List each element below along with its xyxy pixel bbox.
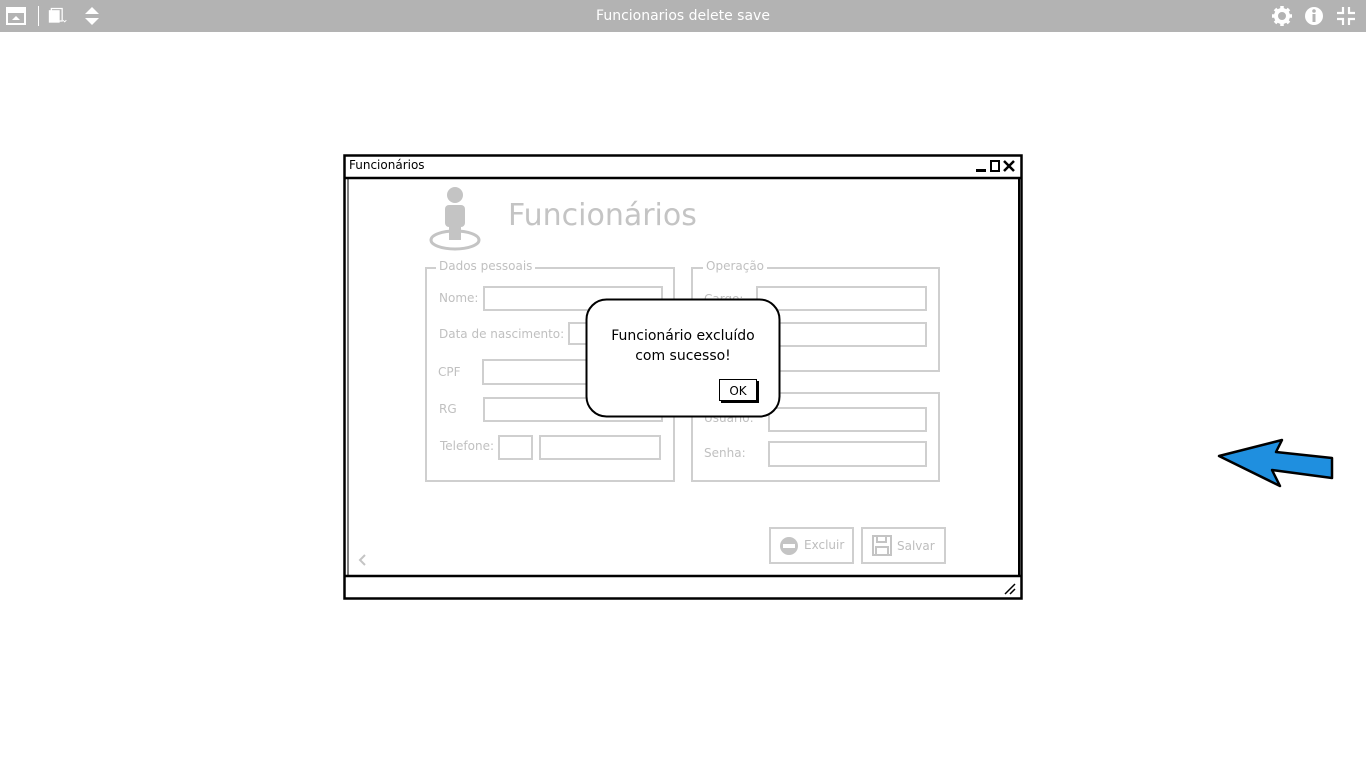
exit-fullscreen-icon[interactable] xyxy=(1336,6,1356,26)
rg-label: RG xyxy=(439,402,457,416)
success-dialog: Funcionário excluído com sucesso! OK xyxy=(585,298,781,418)
gear-icon[interactable] xyxy=(1272,6,1292,26)
info-icon[interactable] xyxy=(1304,6,1324,26)
nome-label: Nome: xyxy=(439,291,479,305)
ok-button[interactable]: OK xyxy=(719,379,757,401)
dialog-message: Funcionário excluído com sucesso! xyxy=(585,326,781,366)
cpf-label: CPF xyxy=(438,365,461,379)
telefone-label: Telefone: xyxy=(440,439,494,453)
salvar-button[interactable]: Salvar xyxy=(897,539,935,553)
operation-legend: Operação xyxy=(703,259,768,273)
back-arrow-icon[interactable] xyxy=(358,554,366,566)
nascimento-label: Data de nascimento: xyxy=(439,327,565,341)
app-title: Funcionarios delete save xyxy=(596,8,770,24)
arrow-annotation-icon xyxy=(1217,438,1334,488)
personal-data-legend: Dados pessoais xyxy=(436,259,536,273)
dialog-message-line2: com sucesso! xyxy=(635,348,731,364)
dialog-message-line1: Funcionário excluído xyxy=(611,328,755,344)
senha-label: Senha: xyxy=(704,446,746,460)
top-bar: Funcionarios delete save xyxy=(0,0,1366,32)
excluir-button[interactable]: Excluir xyxy=(804,538,844,552)
